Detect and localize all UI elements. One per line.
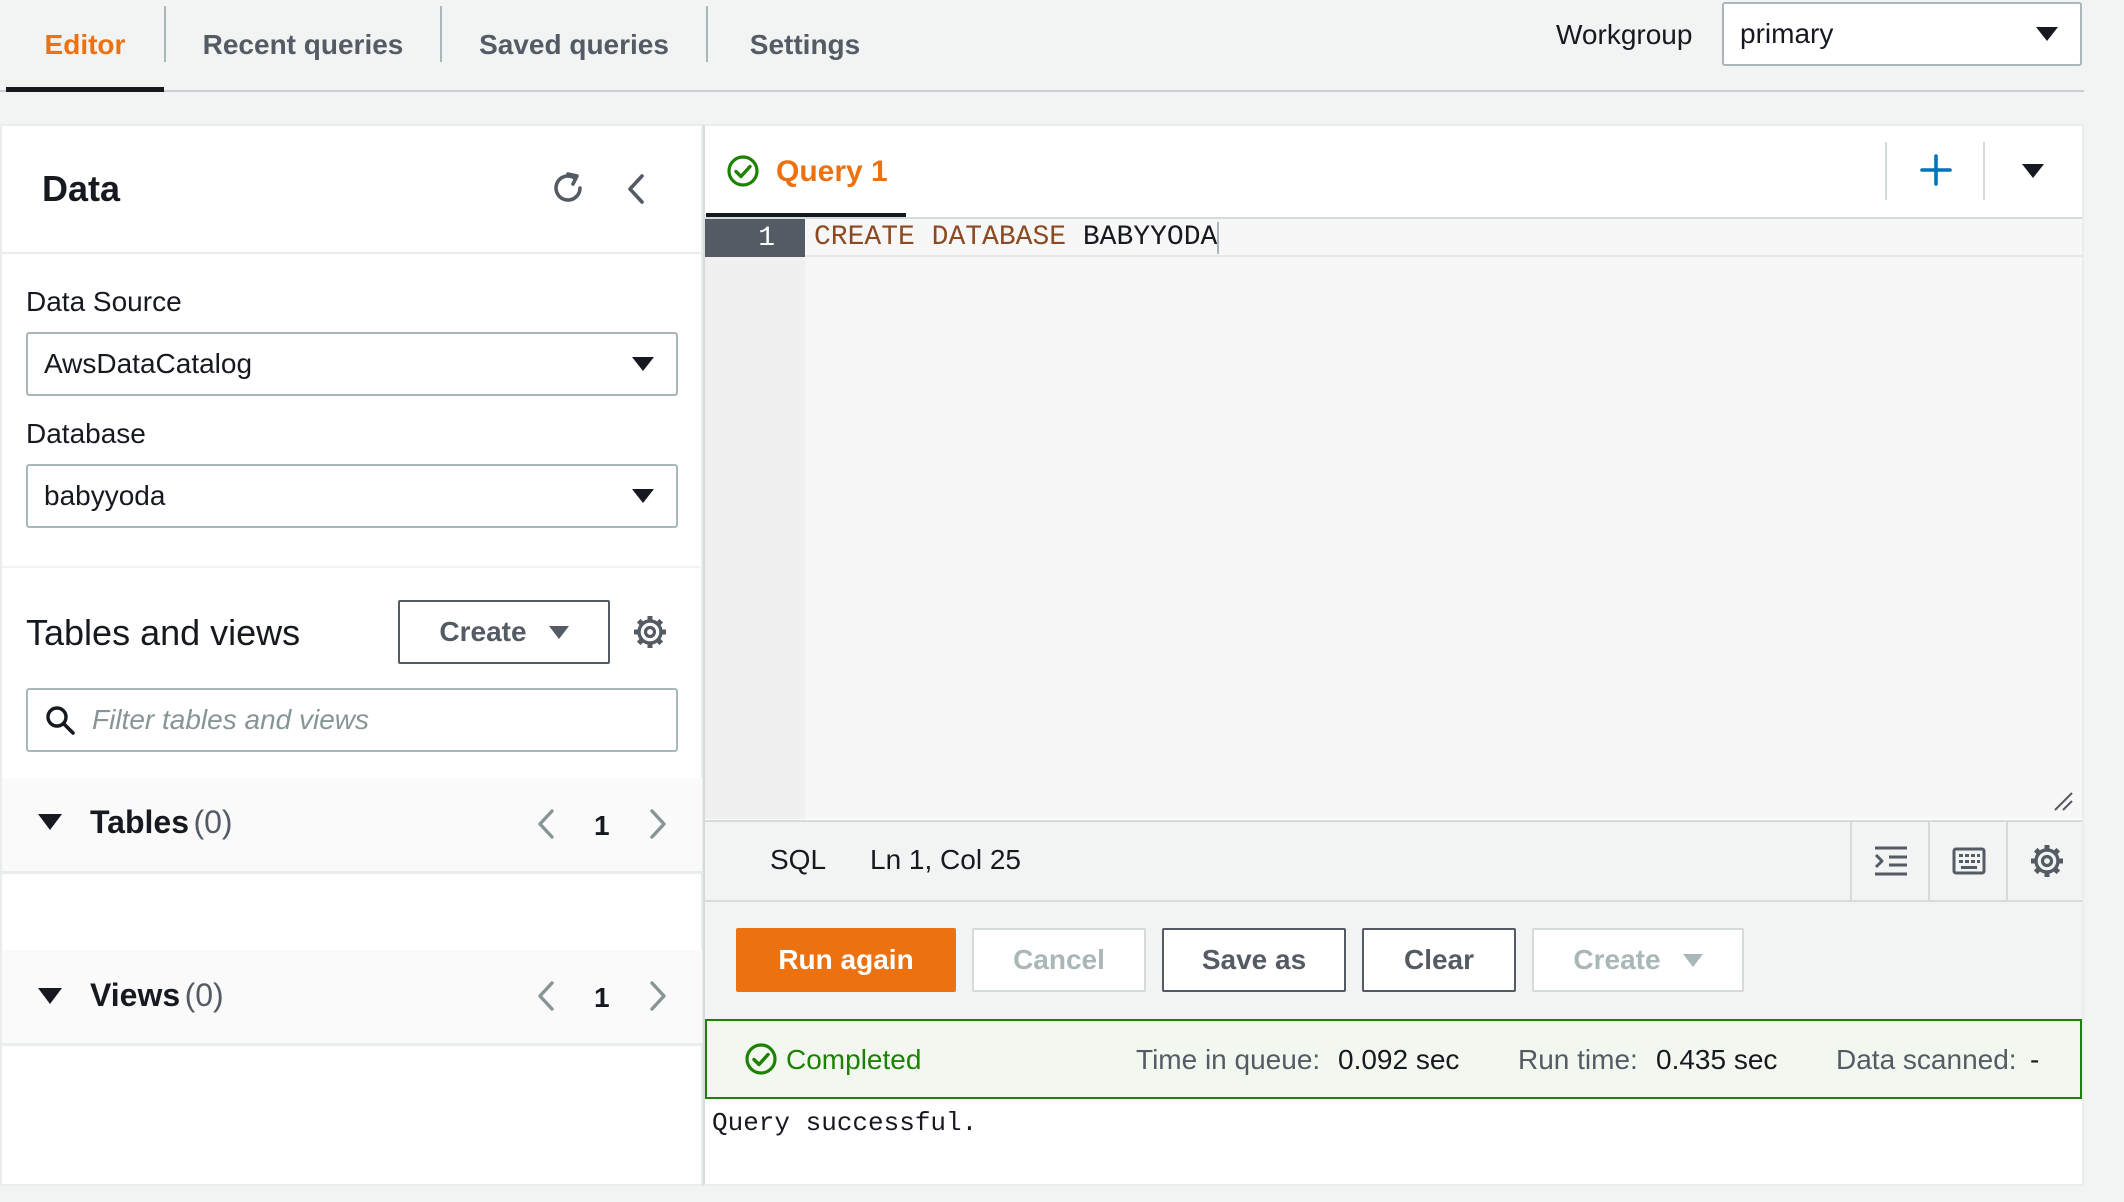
collapse-panel-icon[interactable]: [622, 170, 652, 208]
sql-identifier: BABYYODA: [1082, 222, 1218, 253]
keyboard-shortcuts-button[interactable]: [1928, 822, 2008, 900]
tab-options-caret-icon[interactable]: [2022, 164, 2044, 178]
tables-and-views-title: Tables and views: [26, 612, 301, 653]
tab-saved-queries[interactable]: Saved queries: [442, 0, 706, 90]
caret-down-icon: [632, 489, 654, 503]
caret-down-icon: [632, 357, 654, 371]
expand-tables-icon[interactable]: [38, 814, 62, 830]
data-source-select[interactable]: AwsDataCatalog: [26, 332, 678, 396]
data-scanned-value: -: [2030, 1044, 2040, 1075]
query-tab-label[interactable]: Query 1: [776, 155, 888, 189]
data-source-value: AwsDataCatalog: [44, 348, 253, 379]
run-time-label: Run time:: [1518, 1044, 1638, 1075]
database-value: babyyoda: [44, 480, 166, 511]
caret-down-icon: [1682, 953, 1703, 967]
data-source-label: Data Source: [26, 286, 182, 317]
views-page-number[interactable]: 1: [594, 982, 610, 1014]
line-number-gutter: [705, 219, 805, 819]
language-indicator: SQL: [770, 844, 827, 875]
data-scanned-label: Data scanned:: [1836, 1044, 2017, 1075]
workgroup-select[interactable]: primary: [1722, 2, 2082, 66]
toolbar-separator: [1885, 142, 1887, 200]
views-next-page-icon[interactable]: [646, 978, 670, 1014]
panel-divider: [2, 566, 702, 568]
tables-next-page-icon[interactable]: [646, 806, 670, 842]
create-from-query-button[interactable]: Create: [1532, 928, 1744, 992]
filter-tables-input[interactable]: [92, 700, 652, 740]
views-heading[interactable]: Views (0): [90, 977, 224, 1014]
query-result-output: Query successful.: [712, 1108, 978, 1138]
search-icon: [44, 704, 76, 736]
panel-divider: [2, 252, 702, 254]
run-time-value: 0.435 sec: [1656, 1044, 1778, 1075]
text-cursor: [1217, 222, 1220, 254]
sql-keyword: DATABASE: [931, 222, 1067, 253]
tables-prev-page-icon[interactable]: [534, 806, 558, 842]
resize-handle-icon[interactable]: [2052, 790, 2074, 812]
create-label: Create: [1573, 944, 1661, 975]
database-label: Database: [26, 418, 146, 449]
cursor-position: Ln 1, Col 25: [870, 844, 1021, 875]
workgroup-label: Workgroup: [1556, 19, 1693, 50]
tab-settings[interactable]: Settings: [708, 0, 902, 90]
views-count: (0): [184, 977, 224, 1013]
tables-heading[interactable]: Tables (0): [90, 804, 233, 841]
add-query-tab-icon[interactable]: [1918, 152, 1954, 188]
completed-status-text: Completed: [786, 1044, 922, 1075]
keyboard-icon: [1952, 847, 1986, 875]
tab-recent-queries-label: Recent queries: [202, 29, 404, 60]
gear-icon[interactable]: [632, 614, 668, 650]
views-title: Views: [90, 977, 181, 1013]
tab-settings-label: Settings: [749, 29, 861, 60]
time-in-queue-value: 0.092 sec: [1338, 1044, 1460, 1075]
success-check-icon: [726, 154, 760, 188]
editor-preferences-button[interactable]: [2006, 822, 2086, 900]
run-again-button[interactable]: Run again: [736, 928, 956, 992]
completed-check-icon: [744, 1042, 778, 1076]
toolbar-separator: [1983, 142, 1985, 200]
tab-editor[interactable]: Editor: [6, 0, 164, 92]
time-in-queue-label: Time in queue:: [1136, 1044, 1321, 1075]
database-select[interactable]: babyyoda: [26, 464, 678, 528]
gear-icon: [2031, 845, 2063, 877]
code-editor-area[interactable]: [805, 219, 2082, 819]
tab-saved-queries-label: Saved queries: [479, 29, 669, 60]
create-label: Create: [439, 616, 527, 647]
sql-keyword: CREATE: [814, 222, 915, 253]
tables-page-number[interactable]: 1: [594, 810, 610, 842]
line-number-1: 1: [705, 219, 805, 257]
data-panel-title: Data: [42, 168, 121, 209]
expand-views-icon[interactable]: [38, 988, 62, 1004]
workgroup-value: primary: [1740, 18, 1834, 49]
filter-tables-input-wrapper: [26, 688, 678, 752]
clear-button[interactable]: Clear: [1362, 928, 1516, 992]
format-query-button[interactable]: [1850, 822, 1930, 900]
tables-title: Tables: [90, 804, 189, 840]
indent-icon: [1874, 846, 1907, 876]
caret-down-icon: [548, 625, 569, 639]
code-line-1[interactable]: CREATE DATABASE BABYYODA: [814, 222, 1220, 254]
tab-editor-label: Editor: [44, 29, 126, 60]
refresh-icon[interactable]: [548, 168, 588, 208]
views-prev-page-icon[interactable]: [534, 978, 558, 1014]
cancel-button[interactable]: Cancel: [972, 928, 1146, 992]
caret-down-icon: [2036, 27, 2058, 41]
create-dropdown-button[interactable]: Create: [398, 600, 610, 664]
save-as-button[interactable]: Save as: [1162, 928, 1346, 992]
tab-recent-queries[interactable]: Recent queries: [166, 0, 440, 90]
tables-count: (0): [193, 804, 233, 840]
